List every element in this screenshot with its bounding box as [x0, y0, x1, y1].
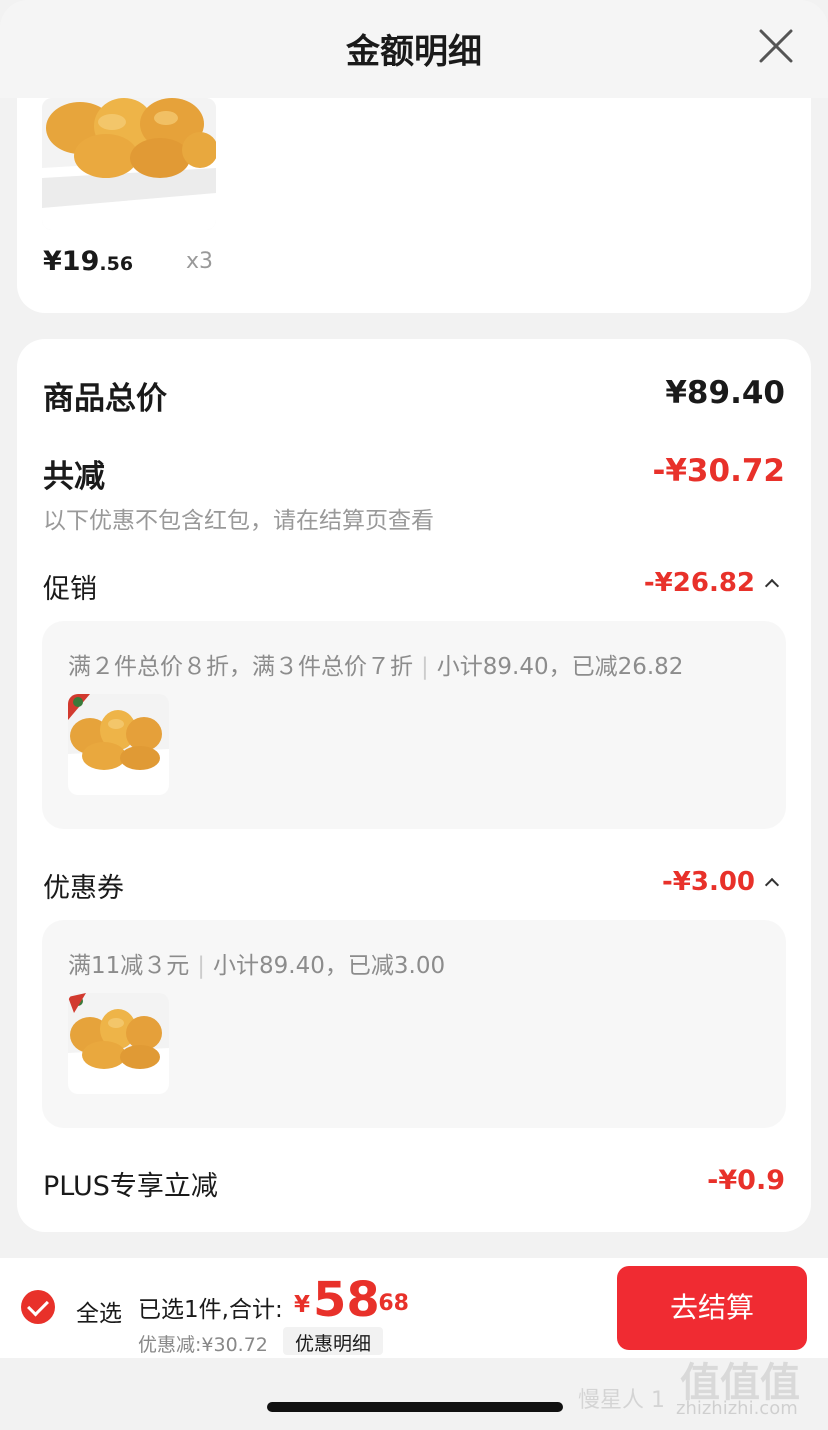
coupon-detail-box: 满11减３元 | 小计89.40，已减3.00: [42, 920, 786, 1128]
coupon-subtotal: 小计89.40，已减3.00: [213, 953, 446, 979]
product-price: ¥19.56: [43, 246, 134, 277]
selected-info: 已选1件,合计:: [138, 1297, 283, 1323]
product-quantity: x3: [186, 249, 214, 274]
modal-header: 金额明细: [0, 0, 828, 98]
reduce-note: 以下优惠不包含红包，请在结算页查看: [43, 508, 434, 534]
home-indicator[interactable]: [267, 1402, 563, 1412]
checkout-bar: 全选 已选1件,合计: ¥ 58 .68 优惠减:¥30.72 优惠明细 去结算: [0, 1258, 828, 1358]
chevron-up-icon: [764, 877, 780, 893]
promo-value: -¥26.82: [643, 568, 755, 598]
product-card: ¥19.56 x3: [17, 98, 811, 313]
coupon-label: 优惠券: [43, 873, 124, 904]
total-currency: ¥: [294, 1292, 311, 1318]
plus-discount-value: -¥0.9: [707, 1165, 785, 1196]
coupon-detail-text: 满11减３元 | 小计89.40，已减3.00: [68, 953, 446, 979]
promo-label: 促销: [43, 574, 97, 605]
discount-info: 优惠减:¥30.72: [138, 1334, 268, 1356]
plus-discount-label: PLUS专享立减: [43, 1171, 218, 1202]
coupon-product-thumbnail[interactable]: [68, 993, 169, 1094]
total-reduce-value: -¥30.72: [652, 453, 786, 489]
checkout-button[interactable]: 去结算: [617, 1266, 807, 1350]
product-thumbnail[interactable]: [42, 98, 216, 230]
chevron-up-icon: [764, 578, 780, 594]
promo-product-thumbnail[interactable]: [68, 694, 169, 795]
promo-detail-text: 满２件总价８折，满３件总价７折 | 小计89.40，已减26.82: [68, 654, 684, 680]
promo-subtotal: 小计89.40，已减26.82: [436, 654, 684, 680]
promo-rule: 满２件总价８折，满３件总价７折: [68, 654, 413, 680]
total-price-value: ¥89.40: [665, 375, 785, 411]
promo-toggle[interactable]: -¥26.82: [643, 568, 780, 598]
price-summary-card: 商品总价 ¥89.40 共减 -¥30.72 以下优惠不包含红包，请在结算页查看…: [17, 339, 811, 1232]
watermark-site: zhizhizhi.com: [676, 1398, 798, 1419]
total-price-label: 商品总价: [43, 381, 167, 417]
close-icon[interactable]: [758, 28, 794, 64]
coupon-value: -¥3.00: [661, 867, 755, 897]
total-reduce-label: 共减: [43, 459, 105, 495]
promo-detail-box: 满２件总价８折，满３件总价７折 | 小计89.40，已减26.82: [42, 621, 786, 829]
select-all-label[interactable]: 全选: [76, 1294, 122, 1328]
modal-title: 金额明细: [346, 32, 482, 72]
total-amount-dec: .68: [370, 1291, 409, 1316]
discount-detail-button[interactable]: 优惠明细: [283, 1327, 384, 1355]
watermark-text: 慢星人 1: [578, 1388, 665, 1413]
coupon-rule: 满11减３元: [68, 953, 190, 979]
select-all-checkbox[interactable]: [21, 1290, 55, 1324]
coupon-toggle[interactable]: -¥3.00: [661, 867, 780, 897]
